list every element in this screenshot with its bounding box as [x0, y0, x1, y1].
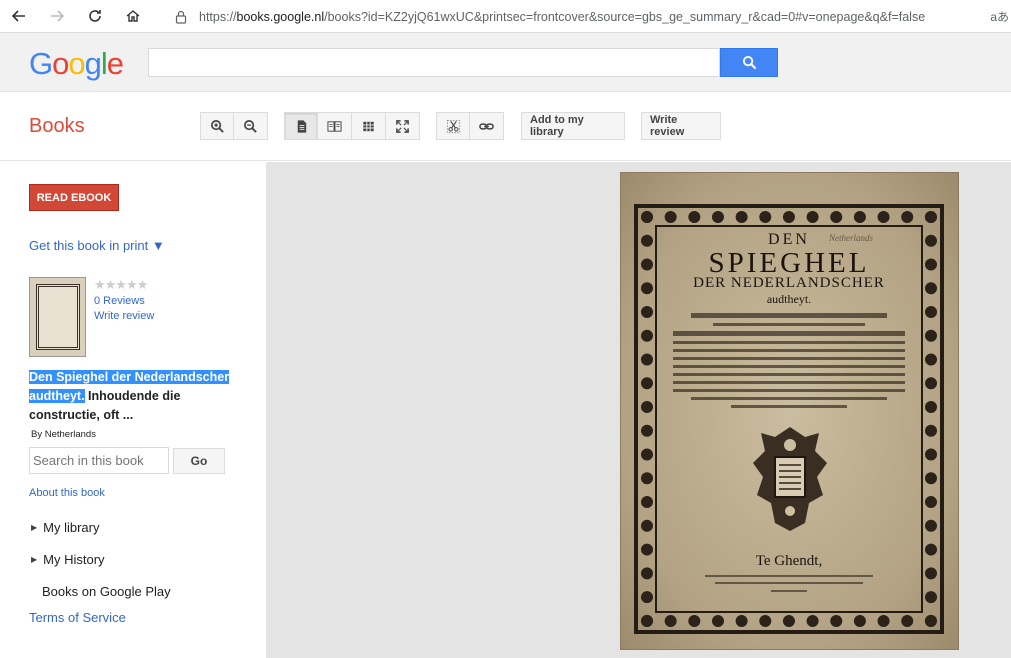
two-page-icon — [327, 120, 342, 132]
zoom-in-icon — [210, 119, 224, 133]
scissors-icon — [446, 119, 460, 133]
search-in-book-input[interactable] — [29, 447, 169, 474]
page-text-line — [691, 313, 887, 318]
google-header: Google — [0, 33, 1011, 92]
book-sidebar: READ EBOOK Get this book in print ▼ ★★★★… — [0, 162, 266, 658]
reviews-link[interactable]: 0 Reviews — [94, 295, 145, 307]
page-imprint-line — [715, 582, 863, 584]
page-text-line — [673, 365, 905, 368]
book-viewer[interactable]: Netherlands DEN SPIEGHEL DER NEDERLANDSC… — [266, 162, 1011, 658]
clip-button[interactable] — [436, 112, 470, 140]
add-to-library-button[interactable]: Add to my library — [521, 112, 625, 140]
write-review-link[interactable]: Write review — [94, 310, 154, 322]
back-button[interactable] — [0, 0, 38, 33]
about-this-book-link[interactable]: About this book — [29, 487, 105, 499]
go-button[interactable]: Go — [173, 448, 225, 474]
page-text-line — [673, 349, 905, 352]
forward-button[interactable] — [38, 0, 76, 33]
google-logo[interactable]: Google — [29, 46, 124, 82]
book-author: By Netherlands — [31, 429, 96, 440]
grid-icon — [363, 121, 374, 131]
link-icon — [479, 122, 494, 130]
two-page-view-button[interactable] — [318, 112, 352, 140]
zoom-group — [200, 112, 268, 140]
page-text-line — [673, 331, 905, 336]
page-text-line — [731, 405, 847, 408]
printer-emblem — [753, 427, 827, 531]
triangle-right-icon: ▶ — [31, 555, 38, 564]
thumbnail-view-button[interactable] — [352, 112, 386, 140]
zoom-in-button[interactable] — [200, 112, 234, 140]
page-imprint-year — [771, 590, 807, 592]
main-content: READ EBOOK Get this book in print ▼ ★★★★… — [0, 162, 1011, 658]
google-search-input[interactable] — [148, 48, 720, 77]
page-text-line — [673, 357, 905, 360]
book-page-image[interactable]: Netherlands DEN SPIEGHEL DER NEDERLANDSC… — [620, 172, 959, 650]
view-mode-group — [284, 112, 420, 140]
page-text-line — [691, 397, 887, 400]
clip-link-group — [436, 112, 504, 140]
my-library-item[interactable]: ▶ My library — [31, 520, 100, 535]
fullscreen-icon — [396, 119, 409, 133]
page-text-line — [673, 389, 905, 392]
arrow-left-icon — [11, 10, 25, 22]
read-ebook-button[interactable]: READ EBOOK — [29, 184, 119, 211]
page-imprint-place: Te Ghendt, — [755, 553, 823, 569]
browser-toolbar: https://books.google.nl/books?id=KZ2yjQ6… — [0, 0, 1011, 33]
my-history-item[interactable]: ▶ My History — [31, 552, 105, 567]
page-text-line — [673, 341, 905, 344]
search-icon — [742, 55, 756, 70]
zoom-out-icon — [244, 119, 257, 133]
write-review-button[interactable]: Write review — [641, 112, 721, 140]
page-title-line-4: audtheyt. — [766, 292, 812, 306]
page-title-line-3: DER NEDERLANDSCHER — [693, 275, 885, 291]
reader-mode-button[interactable]: aあ — [990, 8, 1009, 25]
books-on-google-play-link[interactable]: Books on Google Play — [42, 584, 171, 599]
page-imprint-line — [705, 575, 873, 577]
cover-image — [35, 284, 80, 350]
url-path: /books?id=KZ2yjQ61wxUC&printsec=frontcov… — [324, 9, 926, 24]
reload-icon — [89, 10, 101, 22]
fullscreen-button[interactable] — [386, 112, 420, 140]
url-domain: books.google.nl — [236, 9, 325, 24]
page-text-line — [673, 381, 905, 384]
rating-stars: ★★★★★ — [94, 277, 148, 292]
link-button[interactable] — [470, 112, 504, 140]
single-page-view-button[interactable] — [284, 112, 318, 140]
page-text-line — [673, 373, 905, 376]
page-icon — [297, 119, 306, 133]
url-prefix: https:// — [199, 9, 237, 24]
book-title: Den Spieghel der Nederlandscher audtheyt… — [29, 368, 249, 425]
arrow-right-icon — [51, 10, 65, 22]
home-icon — [126, 10, 140, 22]
books-section-title[interactable]: Books — [29, 115, 85, 138]
books-toolbar: Books Add to my library Write review — [0, 92, 1011, 161]
book-cover-thumbnail[interactable] — [29, 277, 86, 357]
address-bar[interactable]: https://books.google.nl/books?id=KZ2yjQ6… — [162, 3, 1011, 30]
home-button[interactable] — [114, 0, 152, 33]
get-book-in-print-link[interactable]: Get this book in print ▼ — [29, 238, 165, 253]
lock-icon — [175, 10, 187, 24]
terms-of-service-link[interactable]: Terms of Service — [29, 610, 126, 625]
reload-button[interactable] — [76, 0, 114, 33]
triangle-right-icon: ▶ — [31, 523, 38, 532]
google-search-button[interactable] — [720, 48, 778, 77]
page-text-line — [713, 323, 865, 326]
zoom-out-button[interactable] — [234, 112, 268, 140]
